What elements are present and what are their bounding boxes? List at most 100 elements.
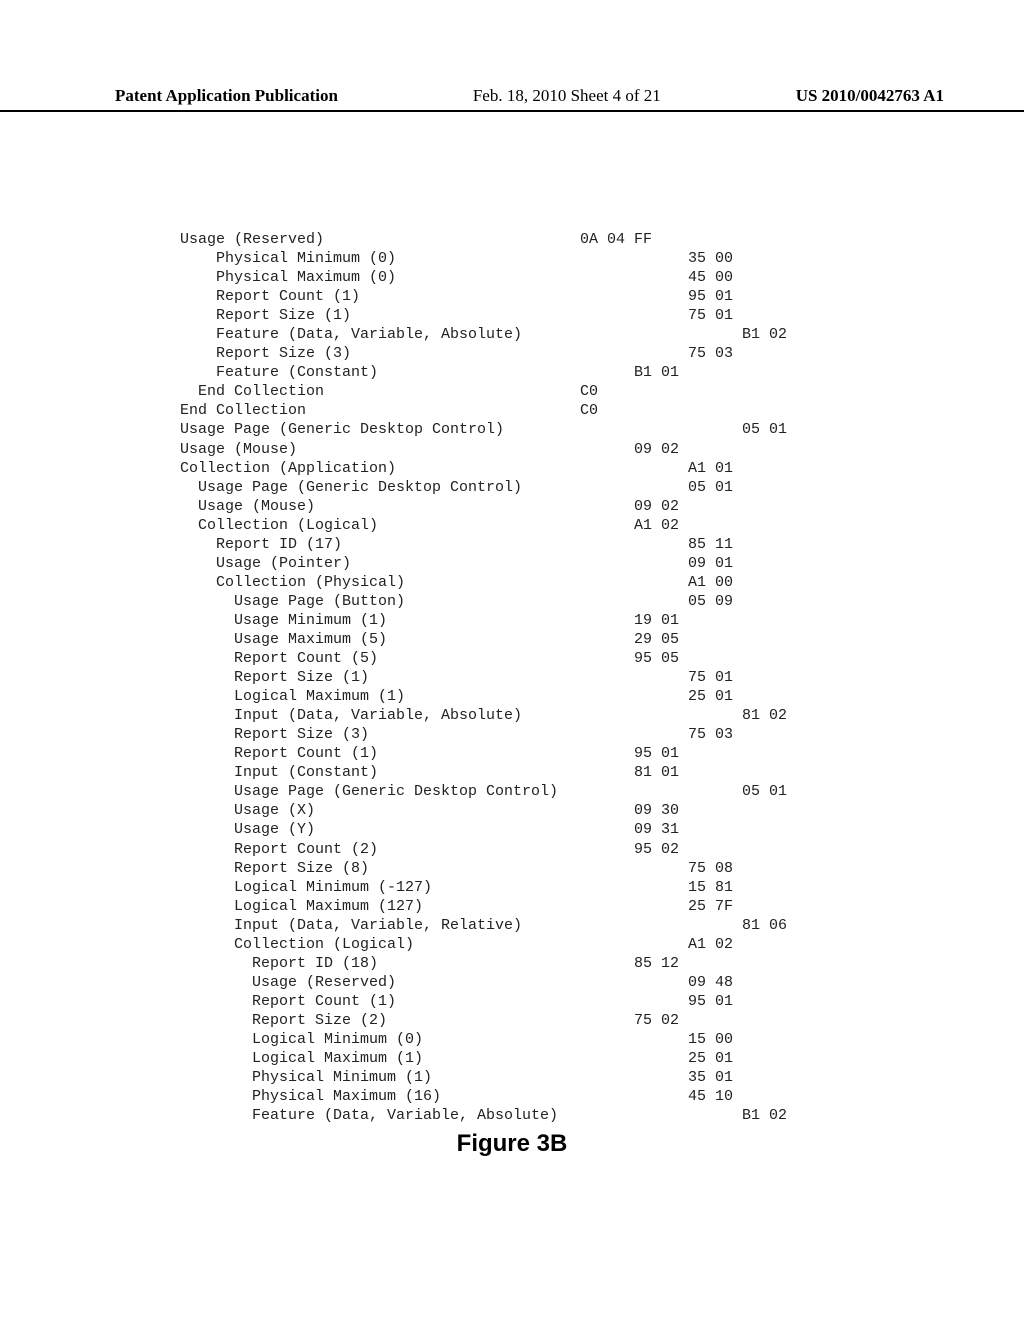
- listing-line: Input (Data, Variable, Absolute) 81 02: [180, 706, 840, 725]
- listing-line: Usage (Reserved)0A 04 FF: [180, 230, 840, 249]
- listing-line: Usage (Mouse) 09 02: [180, 497, 840, 516]
- line-hex: 35 01: [580, 1068, 840, 1087]
- line-text: Feature (Constant): [180, 363, 580, 382]
- line-hex: 09 31: [580, 820, 840, 839]
- line-text: Report Size (8): [180, 859, 580, 878]
- listing-line: Logical Maximum (1) 25 01: [180, 687, 840, 706]
- line-hex: 75 03: [580, 344, 840, 363]
- line-text: Feature (Data, Variable, Absolute): [180, 325, 580, 344]
- line-text: Report ID (18): [180, 954, 580, 973]
- figure-caption: Figure 3B: [0, 1130, 1024, 1158]
- listing-line: Logical Maximum (1) 25 01: [180, 1049, 840, 1068]
- listing-line: Usage Minimum (1) 19 01: [180, 611, 840, 630]
- line-hex: 95 05: [580, 649, 840, 668]
- line-text: Report Count (5): [180, 649, 580, 668]
- line-text: Collection (Physical): [180, 573, 580, 592]
- listing-line: Physical Minimum (0) 35 00: [180, 249, 840, 268]
- line-text: End Collection: [180, 382, 580, 401]
- listing-line: Usage (Pointer) 09 01: [180, 554, 840, 573]
- line-hex: 35 00: [580, 249, 840, 268]
- listing-line: Report Count (1) 95 01: [180, 744, 840, 763]
- line-text: Input (Constant): [180, 763, 580, 782]
- line-hex: B1 02: [580, 325, 840, 344]
- line-text: Report Count (2): [180, 840, 580, 859]
- line-hex: 95 01: [580, 992, 840, 1011]
- line-hex: A1 02: [580, 935, 840, 954]
- listing-line: End CollectionC0: [180, 401, 840, 420]
- line-hex: 05 01: [580, 420, 840, 439]
- line-hex: 05 01: [580, 782, 840, 801]
- line-text: Feature (Data, Variable, Absolute): [180, 1106, 580, 1125]
- line-hex: 09 01: [580, 554, 840, 573]
- line-text: Usage (Pointer): [180, 554, 580, 573]
- listing-line: Usage (X) 09 30: [180, 801, 840, 820]
- listing-line: Usage Maximum (5) 29 05: [180, 630, 840, 649]
- line-text: Usage Page (Generic Desktop Control): [180, 478, 580, 497]
- line-hex: 05 09: [580, 592, 840, 611]
- line-text: Usage (X): [180, 801, 580, 820]
- listing-line: Logical Minimum (-127) 15 81: [180, 878, 840, 897]
- line-text: Report Count (1): [180, 744, 580, 763]
- line-hex: 75 01: [580, 668, 840, 687]
- line-text: Report Size (3): [180, 725, 580, 744]
- hid-descriptor-listing: Usage (Reserved)0A 04 FF Physical Minimu…: [180, 230, 840, 1125]
- line-hex: 45 10: [580, 1087, 840, 1106]
- line-text: Usage Minimum (1): [180, 611, 580, 630]
- listing-line: Feature (Constant) B1 01: [180, 363, 840, 382]
- listing-line: Usage Page (Generic Desktop Control) 05 …: [180, 782, 840, 801]
- line-hex: 45 00: [580, 268, 840, 287]
- line-hex: A1 02: [580, 516, 840, 535]
- line-text: Usage (Reserved): [180, 230, 580, 249]
- listing-line: Usage Page (Generic Desktop Control) 05 …: [180, 420, 840, 439]
- line-text: Report Size (3): [180, 344, 580, 363]
- line-text: Collection (Logical): [180, 935, 580, 954]
- line-text: Usage Page (Button): [180, 592, 580, 611]
- listing-line: End CollectionC0: [180, 382, 840, 401]
- listing-line: Report Size (8) 75 08: [180, 859, 840, 878]
- listing-line: Input (Constant) 81 01: [180, 763, 840, 782]
- line-hex: 85 12: [580, 954, 840, 973]
- listing-line: Report Size (2) 75 02: [180, 1011, 840, 1030]
- listing-line: Physical Maximum (0) 45 00: [180, 268, 840, 287]
- line-text: Usage Page (Generic Desktop Control): [180, 782, 580, 801]
- line-hex: 75 03: [580, 725, 840, 744]
- listing-line: Usage (Mouse) 09 02: [180, 440, 840, 459]
- header-right: US 2010/0042763 A1: [796, 86, 944, 106]
- line-hex: A1 00: [580, 573, 840, 592]
- line-text: Report Count (1): [180, 992, 580, 1011]
- listing-line: Report Count (1) 95 01: [180, 992, 840, 1011]
- line-text: Report Size (1): [180, 306, 580, 325]
- listing-line: Feature (Data, Variable, Absolute) B1 02: [180, 1106, 840, 1125]
- line-hex: B1 02: [580, 1106, 840, 1125]
- listing-line: Usage Page (Generic Desktop Control) 05 …: [180, 478, 840, 497]
- listing-line: Report Size (1) 75 01: [180, 306, 840, 325]
- line-hex: 95 01: [580, 744, 840, 763]
- line-text: Usage (Mouse): [180, 440, 580, 459]
- line-hex: 81 06: [580, 916, 840, 935]
- line-hex: 81 02: [580, 706, 840, 725]
- line-hex: 81 01: [580, 763, 840, 782]
- line-text: Report ID (17): [180, 535, 580, 554]
- line-text: Usage (Y): [180, 820, 580, 839]
- line-text: End Collection: [180, 401, 580, 420]
- listing-line: Collection (Logical) A1 02: [180, 935, 840, 954]
- line-text: Physical Maximum (16): [180, 1087, 580, 1106]
- page-header: Patent Application Publication Feb. 18, …: [0, 86, 1024, 112]
- line-hex: 29 05: [580, 630, 840, 649]
- listing-line: Report ID (18) 85 12: [180, 954, 840, 973]
- line-text: Physical Maximum (0): [180, 268, 580, 287]
- line-hex: 0A 04 FF: [580, 230, 840, 249]
- line-hex: 15 81: [580, 878, 840, 897]
- line-text: Usage Page (Generic Desktop Control): [180, 420, 580, 439]
- listing-line: Report Size (3) 75 03: [180, 344, 840, 363]
- line-hex: 85 11: [580, 535, 840, 554]
- listing-line: Logical Maximum (127) 25 7F: [180, 897, 840, 916]
- line-text: Usage (Mouse): [180, 497, 580, 516]
- listing-line: Feature (Data, Variable, Absolute) B1 02: [180, 325, 840, 344]
- line-text: Report Count (1): [180, 287, 580, 306]
- line-text: Collection (Application): [180, 459, 580, 478]
- line-hex: 25 01: [580, 687, 840, 706]
- line-hex: 09 48: [580, 973, 840, 992]
- line-text: Logical Minimum (0): [180, 1030, 580, 1049]
- listing-line: Physical Maximum (16) 45 10: [180, 1087, 840, 1106]
